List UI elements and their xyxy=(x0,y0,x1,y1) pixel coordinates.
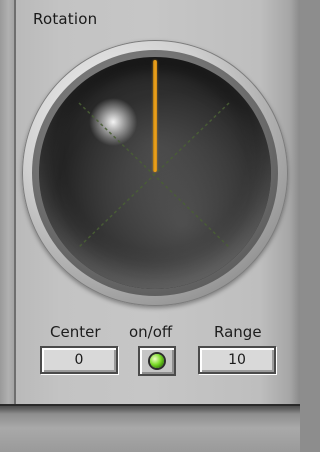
center-label: Center xyxy=(50,323,101,341)
onoff-label: on/off xyxy=(129,323,173,341)
rotation-knob[interactable] xyxy=(22,40,288,306)
center-value-field[interactable]: 0 xyxy=(40,346,118,374)
knob-face[interactable] xyxy=(39,57,271,289)
onoff-toggle-button[interactable] xyxy=(138,346,176,376)
rotation-panel: Rotation Center 0 on/off Range 10 xyxy=(0,0,300,452)
range-label: Range xyxy=(214,323,262,341)
panel-title: Rotation xyxy=(33,10,98,28)
needle-indicator xyxy=(153,60,157,172)
knob-ring xyxy=(32,50,278,296)
range-value-field[interactable]: 10 xyxy=(198,346,276,374)
panel-left-edge xyxy=(0,0,16,410)
led-indicator-icon xyxy=(150,354,164,368)
bottom-bar xyxy=(0,404,300,452)
